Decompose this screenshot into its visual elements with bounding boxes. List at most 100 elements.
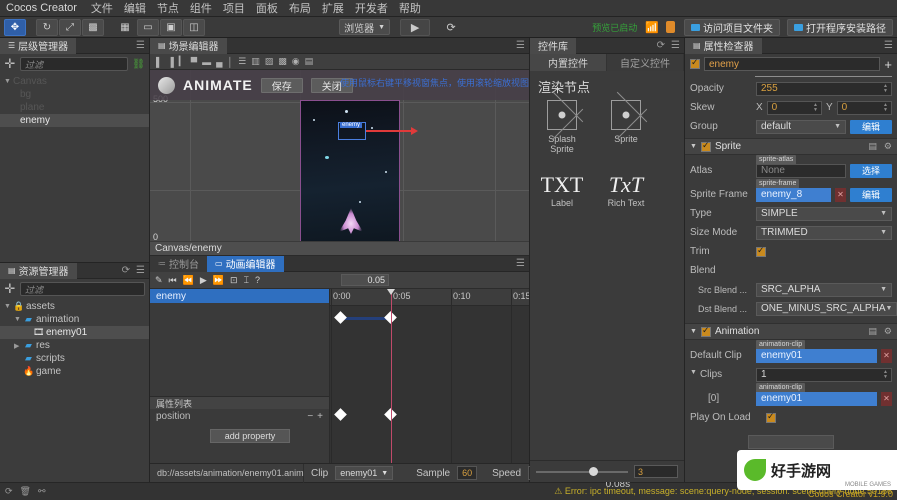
distribute-x-icon[interactable]: ▨ xyxy=(265,56,274,67)
hierarchy-search-input[interactable]: 过滤 xyxy=(20,57,129,71)
sprite-enabled-checkbox[interactable] xyxy=(700,140,711,152)
align-vcenter-icon-s[interactable]: ▬ xyxy=(202,57,211,67)
tab-scene-editor[interactable]: ▤ 场景编辑器 xyxy=(150,37,227,54)
skew-y-stepper[interactable]: ▲ ▼ xyxy=(883,102,890,114)
node-enabled-checkbox[interactable] xyxy=(690,57,700,69)
tab-console[interactable]: ≔ 控制台 xyxy=(150,255,207,272)
rotate-tool-icon[interactable]: ↻ xyxy=(36,18,58,36)
animate-save-button[interactable]: 保存 xyxy=(260,77,303,93)
chevron-down-icon-sprite[interactable]: ▼ xyxy=(690,143,697,150)
menu-item-project[interactable]: 项目 xyxy=(223,0,245,16)
clips-count-stepper[interactable]: ▲ ▼ xyxy=(883,369,890,381)
controls-zoom-value[interactable]: 3 xyxy=(634,465,678,478)
assets-node-assets[interactable]: ▼ 🔒 assets xyxy=(0,300,149,313)
add-node-button[interactable]: ✛ xyxy=(4,56,16,72)
help-icon[interactable]: ? xyxy=(255,275,260,285)
skew-y-input[interactable]: 0 ▲ ▼ xyxy=(836,100,892,115)
ruler-icon-s[interactable]: ▤ xyxy=(305,56,314,67)
timeline-area[interactable]: 0:00 0:05 0:10 0:15 0:20 0:25 xyxy=(330,289,529,463)
assets-node-animation[interactable]: ▼ ▰ animation xyxy=(0,313,149,326)
menu-item-extension[interactable]: 扩展 xyxy=(322,0,344,16)
group-edit-button[interactable]: 编辑 xyxy=(850,119,892,134)
default-clip-value[interactable]: enemy01 xyxy=(756,348,877,363)
group-select[interactable]: default ▼ xyxy=(756,119,846,134)
skew-x-stepper[interactable]: ▲ ▼ xyxy=(813,102,820,114)
slider-knob[interactable] xyxy=(589,466,599,476)
tab-custom-controls[interactable]: 自定义控件 xyxy=(607,54,684,71)
keyframe-marker-start[interactable] xyxy=(334,311,347,324)
node-selection-box[interactable]: enemy xyxy=(338,122,366,140)
insert-icon[interactable]: ⌶ xyxy=(244,275,249,286)
tab-hierarchy[interactable]: ☰ 层级管理器 xyxy=(0,37,77,54)
tab-animation-editor[interactable]: ▭ 动画编辑器 xyxy=(207,255,284,272)
preview-device-select[interactable]: 浏览器 ▼ xyxy=(339,19,391,35)
align-center-icon[interactable]: ▭ xyxy=(137,18,159,36)
trim-checkbox[interactable] xyxy=(756,245,766,257)
controls-menu-icon[interactable]: ☰ xyxy=(671,40,680,51)
menu-item-developer[interactable]: 开发者 xyxy=(355,0,388,16)
assets-node-res[interactable]: ▶ ▰ res xyxy=(0,339,149,352)
sprite-type-select[interactable]: SIMPLE ▼ xyxy=(756,206,892,221)
timeline-playhead[interactable] xyxy=(387,289,395,463)
skew-x-input[interactable]: 0 ▲ ▼ xyxy=(766,100,822,115)
chevron-down-icon[interactable]: ▼ xyxy=(4,78,13,85)
help-doc-icon-anim[interactable]: ▤ xyxy=(868,326,877,337)
menu-item-layout[interactable]: 布局 xyxy=(289,0,311,16)
align-left-icon[interactable]: ▦ xyxy=(114,19,136,36)
default-clip-field[interactable]: animation-clip enemy01 xyxy=(756,339,877,363)
chevron-down-icon-clips[interactable]: ▼ xyxy=(690,369,697,380)
add-keyframe-icon[interactable]: ⊡ xyxy=(230,275,238,286)
move-gizmo-x-arrow[interactable] xyxy=(366,127,418,135)
opacity-stepper[interactable]: ▲ ▼ xyxy=(883,83,890,95)
hierarchy-node-bg[interactable]: bg xyxy=(0,88,149,101)
assets-node-game[interactable]: 🔥 game xyxy=(0,365,149,378)
animation-component-header[interactable]: ▼ Animation ▤ ⚙ xyxy=(685,323,897,340)
chevron-down-icon[interactable]: ▼ xyxy=(4,303,13,310)
hierarchy-node-enemy[interactable]: enemy xyxy=(0,114,149,127)
src-blend-select[interactable]: SRC_ALPHA ▼ xyxy=(756,282,892,297)
sprite-frame-edit-button[interactable]: 编辑 xyxy=(850,187,892,202)
chevron-right-icon[interactable]: ▶ xyxy=(14,342,23,350)
align-top-icon-s[interactable]: ▀ xyxy=(191,57,197,67)
open-project-folder-button[interactable]: 访问项目文件夹 xyxy=(684,18,780,36)
device-icon[interactable] xyxy=(666,21,675,33)
align-right-icon-s[interactable]: ▎ xyxy=(179,56,186,67)
remove-property-icon[interactable]: − xyxy=(307,411,313,422)
menu-item-node[interactable]: 节点 xyxy=(157,0,179,16)
size-mode-select[interactable]: TRIMMED ▼ xyxy=(756,225,892,240)
trash-icon[interactable]: 🗑 xyxy=(20,486,31,497)
gear-icon-anim[interactable]: ⚙ xyxy=(884,326,892,337)
distribute-h-icon[interactable]: ☰ xyxy=(238,56,246,67)
controls-zoom-slider[interactable] xyxy=(536,466,628,476)
control-item-label[interactable]: TXT Label xyxy=(538,172,586,208)
add-asset-button[interactable]: ✛ xyxy=(4,281,16,297)
edit-icon[interactable]: ✎ xyxy=(155,275,163,286)
next-frame-icon[interactable]: ⏩ xyxy=(213,275,224,286)
menu-item-component[interactable]: 组件 xyxy=(190,0,212,16)
link-icon[interactable]: ⚯ xyxy=(38,486,46,497)
sprite-frame-value[interactable]: enemy_8 xyxy=(756,187,831,202)
hierarchy-node-plane[interactable]: plane xyxy=(0,101,149,114)
node-name-input[interactable]: enemy xyxy=(704,57,881,71)
assets-node-enemy01[interactable]: 🎞 enemy01 xyxy=(0,326,149,339)
atlas-field[interactable]: sprite-atlas None xyxy=(756,154,846,178)
gear-icon[interactable]: ⚙ xyxy=(884,141,892,152)
chevron-down-icon-2[interactable]: ▼ xyxy=(14,316,23,323)
clip-0-value[interactable]: enemy01 xyxy=(756,391,877,406)
menu-item-help[interactable]: 帮助 xyxy=(399,0,421,16)
skip-start-icon[interactable]: ⏮ xyxy=(169,275,177,286)
current-time-field[interactable]: 0.05 xyxy=(340,274,389,286)
enemy-sprite[interactable] xyxy=(339,208,363,234)
hierarchy-node-canvas[interactable]: ▼ Canvas xyxy=(0,75,149,88)
chevron-down-icon-anim[interactable]: ▼ xyxy=(690,328,697,335)
track-row-enemy[interactable]: enemy xyxy=(150,289,329,303)
align-bottom-icon-s[interactable]: ▄ xyxy=(216,57,222,67)
app-brand[interactable]: Cocos Creator xyxy=(6,2,77,14)
menu-item-file[interactable]: 文件 xyxy=(91,0,113,16)
dst-blend-select[interactable]: ONE_MINUS_SRC_ALPHA ▼ xyxy=(756,301,897,316)
menu-item-edit[interactable]: 编辑 xyxy=(124,0,146,16)
animation-enabled-checkbox[interactable] xyxy=(700,325,711,337)
add-component-bar[interactable] xyxy=(748,435,834,449)
assets-node-scripts[interactable]: ▰ scripts xyxy=(0,352,149,365)
inspector-menu-icon[interactable]: ☰ xyxy=(884,40,893,51)
